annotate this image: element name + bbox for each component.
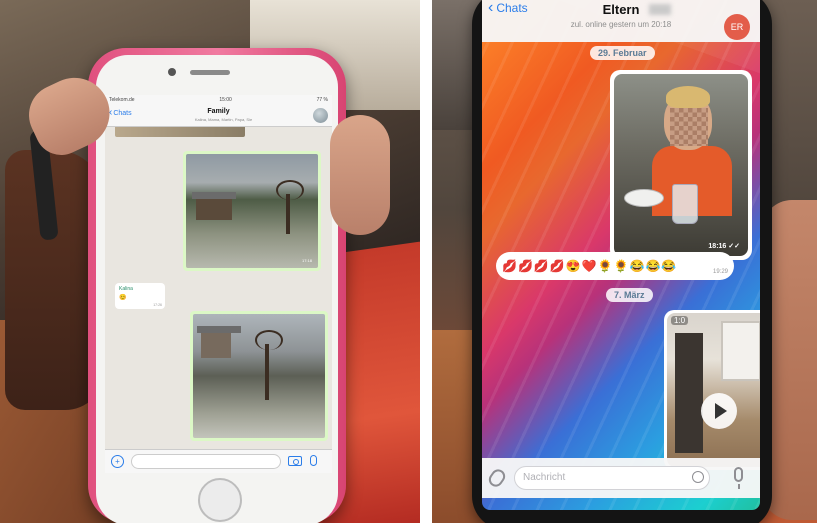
- emoji-text: 💋💋💋💋😍❤️🌻🌻😂😂😂: [502, 259, 678, 273]
- whatsapp-screen: Telekom.de 15:00 77 % ‹ Chats Family Kal…: [105, 95, 332, 473]
- play-icon[interactable]: [701, 393, 737, 429]
- garden-shed: [192, 192, 236, 220]
- sticker-icon[interactable]: [692, 471, 704, 483]
- child-hair: [666, 86, 710, 108]
- message-time: 19:29: [712, 269, 728, 275]
- image-message[interactable]: [190, 311, 328, 441]
- clock-label: 15:00: [219, 97, 232, 103]
- status-bar: Telekom.de 15:00 77 %: [105, 95, 332, 105]
- door: [675, 333, 703, 453]
- attach-plus-icon[interactable]: +: [111, 455, 124, 468]
- chat-header: ‹ Chats Eltern zul. online gestern um 20…: [482, 0, 760, 42]
- tree: [276, 180, 304, 234]
- paperclip-icon[interactable]: [486, 466, 508, 490]
- video-message[interactable]: 1:0: [664, 310, 760, 470]
- house: [197, 326, 241, 358]
- telegram-screen: ‹ Chats Eltern zul. online gestern um 20…: [482, 0, 760, 510]
- emoji-message[interactable]: 💋💋💋💋😍❤️🌻🌻😂😂😂 19:29: [496, 252, 734, 280]
- front-camera: [168, 68, 176, 76]
- chat-title[interactable]: Family: [105, 108, 332, 115]
- garden-photo: [193, 314, 325, 438]
- message-field[interactable]: [131, 454, 281, 469]
- window: [721, 321, 760, 381]
- date-separator: 29. Februar: [590, 46, 655, 60]
- pixelated-face: [670, 108, 708, 146]
- message-input-bar: +: [105, 449, 332, 473]
- photo-right: ‹ Chats Eltern zul. online gestern um 20…: [432, 0, 817, 523]
- sender-name: Kalina: [119, 286, 133, 292]
- photo-left: Telekom.de 15:00 77 % ‹ Chats Family Kal…: [0, 0, 420, 523]
- message-time: 17:26: [153, 303, 162, 307]
- earpiece-speaker: [190, 70, 230, 75]
- blurred-name: [649, 4, 671, 15]
- battery-label: 77 %: [316, 97, 328, 103]
- message-list: 17:18 Kalina 😊 17:26: [105, 127, 332, 443]
- chat-members: Kalina, Mama, Martin, Papa, Sie: [194, 117, 253, 122]
- microphone-icon[interactable]: [310, 455, 317, 466]
- carrier-label: Telekom.de: [109, 97, 135, 103]
- video-thumbnail: 1:0: [667, 313, 760, 467]
- image-message[interactable]: 17:18: [183, 151, 321, 271]
- message-time: 17:18: [301, 258, 312, 263]
- tree: [255, 330, 283, 400]
- chat-header: ‹ Chats Family Kalina, Mama, Martin, Pap…: [105, 105, 332, 127]
- date-separator: 7. März: [606, 288, 653, 302]
- image-message-partial[interactable]: [115, 127, 245, 137]
- smiley-emoji: 😊: [119, 295, 127, 301]
- message-field[interactable]: Nachricht: [514, 466, 710, 490]
- camera-icon[interactable]: [288, 456, 302, 466]
- home-button[interactable]: [198, 478, 242, 522]
- photo-message[interactable]: 18:16 ✓✓: [610, 70, 752, 260]
- garden-photo: 17:18: [186, 154, 318, 268]
- message-input-bar: Nachricht: [482, 458, 760, 498]
- last-seen-status: zul. online gestern um 20:18: [570, 20, 672, 29]
- text-message[interactable]: Kalina 😊 17:26: [115, 283, 165, 309]
- water-glass: [672, 184, 698, 224]
- chat-title[interactable]: Eltern: [482, 2, 760, 17]
- photo-divider: [420, 0, 432, 523]
- video-duration: 1:0: [671, 316, 689, 325]
- group-avatar[interactable]: [313, 108, 328, 123]
- message-time: 18:16 ✓✓: [708, 243, 740, 250]
- avatar[interactable]: ER: [724, 14, 750, 40]
- plate: [624, 189, 664, 207]
- child-photo: 18:16 ✓✓: [614, 74, 748, 256]
- microphone-icon[interactable]: [734, 467, 743, 489]
- fingers: [330, 115, 390, 235]
